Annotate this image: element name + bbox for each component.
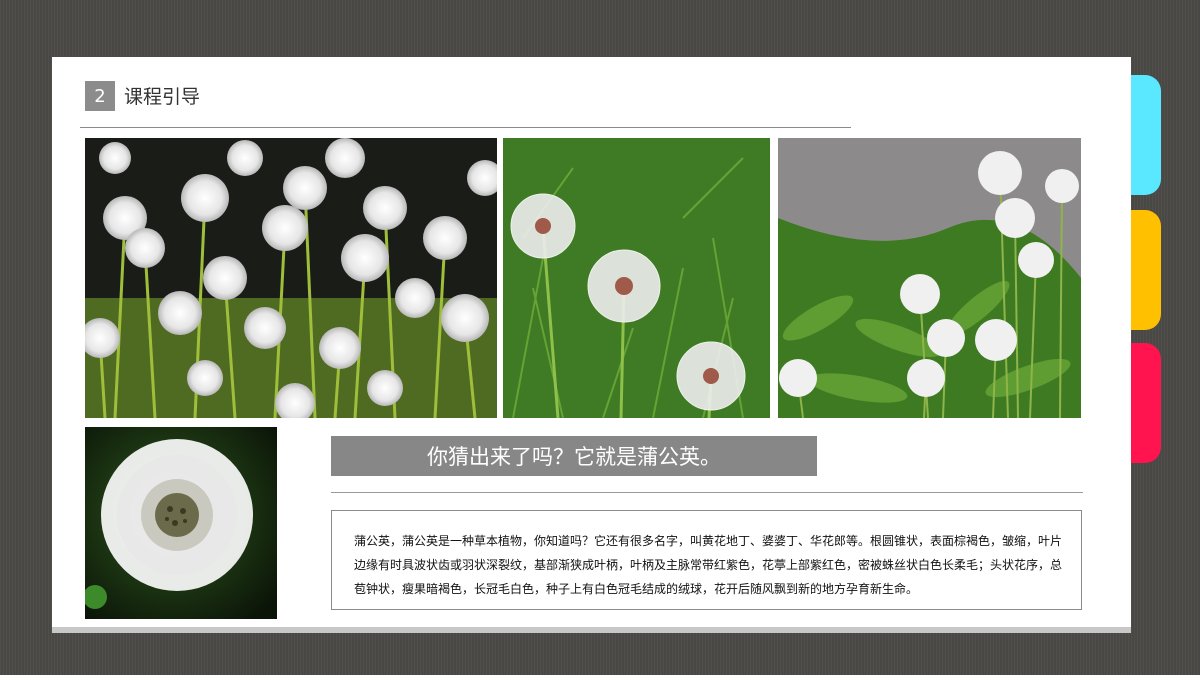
section-number-badge: 2 (85, 81, 115, 111)
title-divider (80, 127, 851, 128)
dandelion-grass-photo (503, 138, 770, 418)
description-box: 蒲公英，蒲公英是一种草本植物，你知道吗？它还有很多名字，叫黄花地丁、婆婆丁、华花… (331, 510, 1082, 610)
slide-shadow (52, 627, 1131, 633)
section-title: 课程引导 (124, 86, 201, 108)
dandelion-closeup-photo (85, 427, 277, 619)
side-tab-yellow[interactable] (1131, 210, 1161, 330)
content-divider (331, 492, 1083, 493)
dandelion-field-photo (85, 138, 497, 418)
side-tab-cyan[interactable] (1131, 75, 1161, 195)
answer-banner: 你猜出来了吗？它就是蒲公英。 (331, 436, 817, 476)
description-text: 蒲公英，蒲公英是一种草本植物，你知道吗？它还有很多名字，叫黄花地丁、婆婆丁、华花… (354, 534, 1063, 596)
dandelion-roadside-photo (778, 138, 1081, 418)
side-tab-red[interactable] (1131, 343, 1161, 463)
